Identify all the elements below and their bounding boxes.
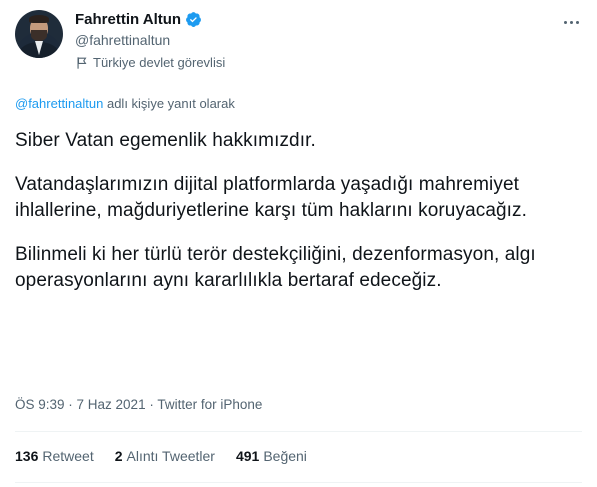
reply-mention-link[interactable]: @fahrettinaltun: [15, 96, 103, 111]
reply-context: @fahrettinaltun adlı kişiye yanıt olarak: [15, 96, 235, 111]
quote-tweets-stat[interactable]: 2 Alıntı Tweetler: [115, 448, 215, 464]
likes-label: Beğeni: [263, 448, 307, 464]
government-label[interactable]: Türkiye devlet görevlisi: [75, 55, 225, 70]
flag-icon: [77, 56, 87, 69]
author-name-text[interactable]: Fahrettin Altun: [75, 11, 181, 28]
author-handle[interactable]: @fahrettinaltun: [75, 32, 170, 48]
divider: [15, 482, 582, 483]
author-display-name[interactable]: Fahrettin Altun: [75, 11, 202, 28]
tweet-text: Siber Vatan egemenlik hakkımızdır. Vatan…: [15, 128, 575, 294]
tweet-paragraph: Vatandaşlarımızın dijital platformlarda …: [15, 174, 528, 221]
more-options-icon[interactable]: [559, 12, 583, 32]
retweets-label: Retweet: [42, 448, 94, 464]
quote-tweets-count: 2: [114, 448, 123, 464]
quote-tweets-label: Alıntı Tweetler: [126, 448, 215, 464]
tweet-stats: 136 Retweet 2 Alıntı Tweetler 491 Beğeni: [15, 448, 307, 464]
tweet-paragraph: Siber Vatan egemenlik hakkımızdır.: [15, 130, 316, 151]
avatar[interactable]: [15, 10, 63, 58]
retweets-count: 136: [15, 448, 39, 464]
tweet-timestamp[interactable]: ÖS 9:39 · 7 Haz 2021 · Twitter for iPhon…: [15, 397, 262, 412]
reply-context-text: adlı kişiye yanıt olarak: [103, 96, 235, 111]
likes-count: 491: [235, 448, 260, 464]
government-label-text: Türkiye devlet görevlisi: [93, 55, 226, 70]
tweet: Fahrettin Altun @fahrettinaltun Türkiye …: [0, 0, 597, 487]
likes-stat[interactable]: 491 Beğeni: [236, 448, 307, 464]
tweet-paragraph: Bilinmeli ki her türlü terör destekçiliğ…: [15, 244, 536, 291]
retweets-stat[interactable]: 136 Retweet: [15, 448, 94, 464]
divider: [15, 431, 582, 432]
verified-badge-icon: [186, 12, 202, 27]
